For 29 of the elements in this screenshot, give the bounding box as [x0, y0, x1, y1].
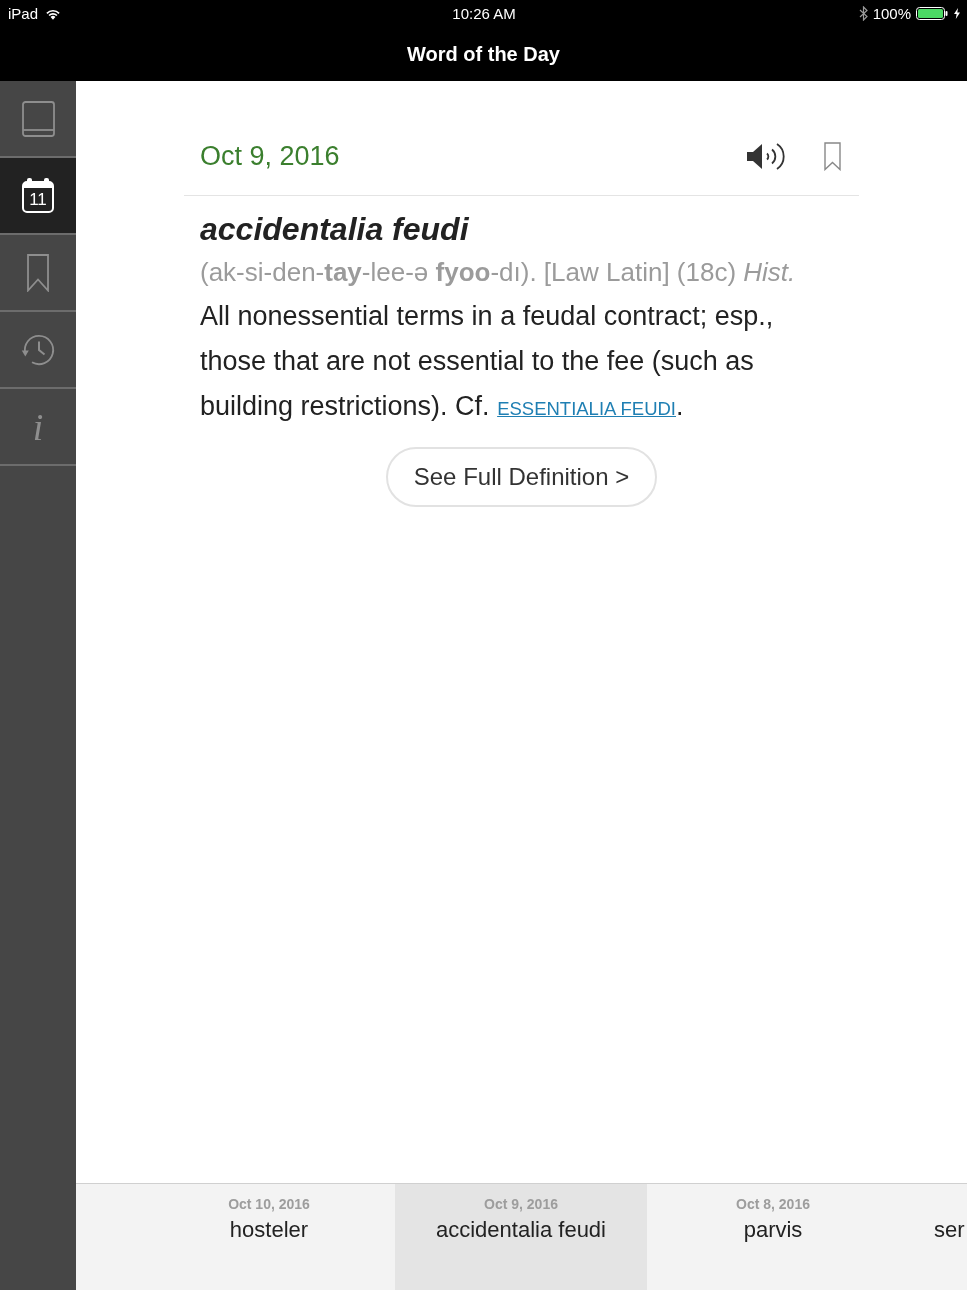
charging-bolt-icon	[954, 8, 960, 19]
word-title: hosteler	[229, 1216, 309, 1244]
bookmark-icon[interactable]	[824, 141, 841, 171]
sidebar-tab[interactable]: 11	[0, 158, 76, 235]
speaker-icon[interactable]	[746, 140, 787, 172]
battery-icon	[916, 7, 949, 20]
word-title: accidentalia feudi	[436, 1216, 606, 1244]
battery-percentage: 100%	[872, 4, 911, 23]
book-icon	[21, 100, 55, 137]
screen-title: Word of the Day	[407, 42, 560, 67]
bluetooth-icon	[858, 6, 868, 21]
entry-date: Oct 9, 2016	[200, 140, 341, 173]
bookmark-icon	[27, 253, 49, 292]
wifi-icon	[45, 7, 62, 20]
device-name: iPad	[8, 4, 39, 23]
word-title: ser	[934, 1216, 965, 1244]
word-date: Oct 10, 2016	[228, 1195, 310, 1213]
word-date: Oct 9, 2016	[484, 1195, 558, 1213]
definition-text: All nonessential terms in a feudal contract; esp., those that are not essential to the fee (such as building restrictions). Cf. ESSENTIALIA FEUDI.	[200, 300, 775, 423]
recent-word-item[interactable]: Oct 9, 2016 accidentalia feudi	[395, 1184, 647, 1290]
cross-reference-link[interactable]: ESSENTIALIA FEUDI	[497, 398, 676, 419]
clock-time: 10:26 AM	[452, 4, 516, 23]
see-full-definition-button[interactable]: See Full Definition >	[385, 447, 658, 507]
calendar-icon	[22, 178, 54, 213]
headword: accidentalia feudi	[200, 210, 470, 249]
history-icon	[20, 332, 56, 367]
pronunciation: (ak-si-den-tay-lee-ə fyoo-dı). [Law Latin] (18c) Hist.	[200, 256, 797, 289]
word-date: Oct 8, 2016	[736, 1195, 810, 1213]
word-title: parvis	[743, 1216, 803, 1244]
